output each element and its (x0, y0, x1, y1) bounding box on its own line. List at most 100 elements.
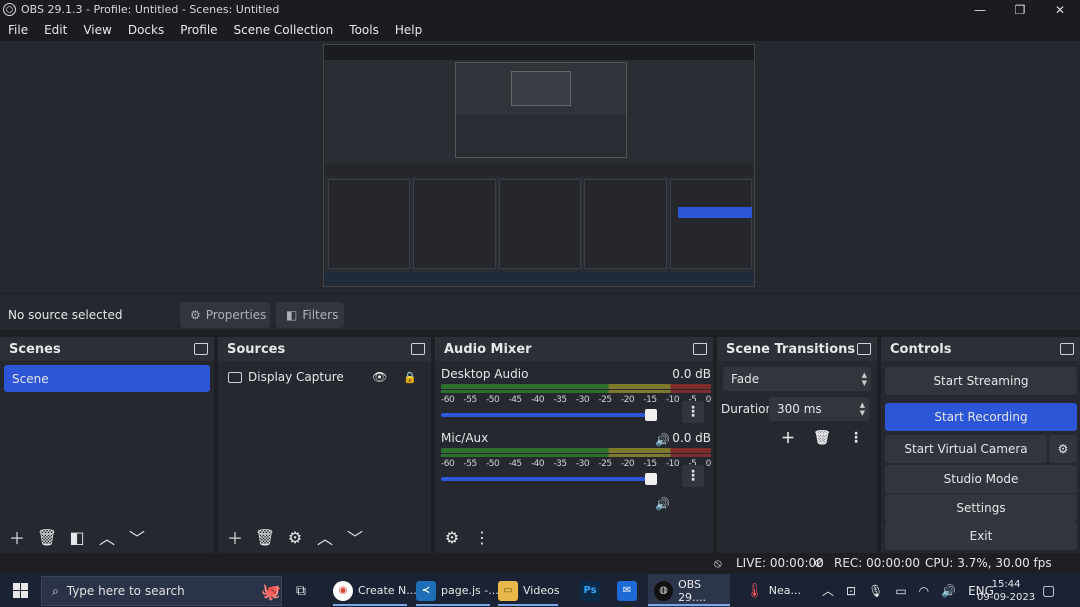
virtual-camera-settings-button[interactable]: ⚙ (1049, 435, 1077, 463)
slider-handle[interactable] (645, 473, 657, 485)
exit-button[interactable]: Exit (885, 522, 1077, 550)
taskbar-app-mail[interactable]: ✉ (617, 574, 637, 607)
notification-icon: ▢ (1042, 582, 1056, 599)
advanced-audio-button[interactable]: ⚙ (439, 525, 465, 549)
photoshop-icon: Ps (580, 580, 600, 601)
minimize-button[interactable]: — (960, 0, 1000, 19)
lock-icon[interactable]: 🔒 (403, 371, 417, 384)
restore-button[interactable]: ❐ (1000, 0, 1040, 19)
add-scene-button[interactable]: ＋ (4, 525, 30, 549)
properties-button[interactable]: ⚙ Properties (180, 302, 270, 328)
chevron-up-icon[interactable]: ︿ (822, 582, 834, 599)
preview-recursive-taskbar (324, 272, 754, 286)
close-button[interactable]: ✕ (1040, 0, 1080, 19)
scenes-header: Scenes (0, 337, 214, 361)
volume-meter (441, 390, 711, 393)
scenes-toolbar: ＋ 🗑 ◧ ︿ ﹀ (0, 521, 214, 553)
windows-logo-icon (13, 583, 28, 598)
menu-scene-collection[interactable]: Scene Collection (226, 23, 342, 37)
taskbar-app-obs[interactable]: ◍ OBS 29.... (648, 574, 730, 607)
undock-icon[interactable] (857, 343, 871, 355)
remove-source-button[interactable]: 🗑 (252, 525, 278, 549)
source-properties-button[interactable]: ⚙ (282, 525, 308, 549)
undock-icon[interactable] (1060, 343, 1074, 355)
undock-icon[interactable] (411, 343, 425, 355)
volume-slider[interactable] (441, 473, 657, 485)
transition-properties-button[interactable]: ⋮ (845, 427, 867, 449)
clock[interactable]: 15:44 09-09-2023 (977, 574, 1035, 607)
volume-meter (441, 384, 711, 389)
scenes-dock: Scenes Scene ＋ 🗑 ◧ ︿ ﹀ (0, 337, 214, 553)
gear-icon: ⚙ (190, 308, 201, 322)
obs-logo-icon (3, 3, 16, 16)
menu-docks[interactable]: Docks (120, 23, 172, 37)
menu-edit[interactable]: Edit (36, 23, 75, 37)
speaker-icon[interactable]: 🔊 (655, 497, 670, 511)
menu-view[interactable]: View (75, 23, 119, 37)
transition-select[interactable]: Fade ▲ ▼ (723, 367, 871, 391)
taskbar-weather[interactable]: 🌡 Nea... (746, 574, 801, 607)
undock-icon[interactable] (693, 343, 707, 355)
menu-tools[interactable]: Tools (341, 23, 387, 37)
battery-icon[interactable]: ▭ (895, 584, 906, 598)
taskbar-app-explorer[interactable]: ▭ Videos (498, 574, 560, 607)
settings-button[interactable]: Settings (885, 494, 1077, 522)
desktop-audio-menu-button[interactable]: ⋮ (682, 401, 704, 423)
controls-header: Controls (881, 337, 1080, 361)
slider-handle[interactable] (645, 409, 657, 421)
audio-mixer-dock: Audio Mixer Desktop Audio 0.0 dB -60 -55-… (435, 337, 713, 553)
move-scene-down-button[interactable]: ﹀ (124, 525, 150, 549)
mixer-menu-button[interactable]: ⋮ (469, 525, 495, 549)
start-virtual-camera-button[interactable]: Start Virtual Camera (885, 435, 1047, 463)
camera-icon[interactable]: ⊡ (846, 584, 856, 598)
stepper-icon[interactable]: ▲ ▼ (860, 401, 865, 417)
taskbar-app-vscode[interactable]: ≺ page.js -... (416, 574, 499, 607)
no-source-label: No source selected (8, 308, 123, 322)
mic-audio-menu-button[interactable]: ⋮ (682, 465, 704, 487)
scene-filters-button[interactable]: ◧ (64, 525, 90, 549)
start-button[interactable] (13, 574, 28, 607)
scene-list-item[interactable]: Scene (4, 365, 210, 392)
gear-icon: ⚙ (1057, 442, 1069, 456)
source-list-item[interactable]: Display Capture 👁 🔒 (224, 367, 425, 387)
taskbar-app-chrome[interactable]: ◉ Create N... (333, 574, 417, 607)
taskbar-search[interactable]: ⌕ Type here to search 🐙 (41, 576, 282, 606)
start-recording-button[interactable]: Start Recording (885, 403, 1077, 431)
start-streaming-button[interactable]: Start Streaming (885, 367, 1077, 395)
preview-recursive-titlebar (324, 45, 754, 53)
duration-input[interactable]: 300 ms ▲ ▼ (769, 397, 869, 421)
eye-icon[interactable]: 👁 (372, 370, 387, 384)
move-source-up-button[interactable]: ︿ (312, 525, 338, 549)
meter-scale: -60 -55 -50 -45 -40 -35 -30 -25 -20 -15 -10 -5 0 (441, 459, 711, 469)
channel-name: Mic/Aux (441, 431, 489, 445)
scene-transitions-header: Scene Transitions (717, 337, 877, 361)
live-icon: ⦸ (714, 556, 722, 570)
mic-icon[interactable]: 🎙 (868, 584, 883, 598)
task-view-button[interactable]: ⧉ (296, 574, 306, 607)
notifications-button[interactable]: ▢ (1042, 574, 1055, 607)
volume-meter (441, 454, 711, 457)
sources-toolbar: ＋ 🗑 ⚙ ︿ ﹀ (218, 521, 431, 553)
menu-file[interactable]: File (0, 23, 36, 37)
remove-transition-button[interactable]: 🗑 (811, 427, 833, 449)
remove-scene-button[interactable]: 🗑 (34, 525, 60, 549)
volume-slider[interactable] (441, 409, 657, 421)
wifi-icon[interactable]: ◠ (919, 584, 929, 598)
mixer-channel-mic: Mic/Aux 0.0 dB -60 -55 -50 -45 -40 -35 -30 -25-… (441, 431, 711, 511)
volume-icon[interactable]: 🔊 (941, 584, 956, 598)
add-source-button[interactable]: ＋ (222, 525, 248, 549)
taskbar-app-photoshop[interactable]: Ps (580, 574, 600, 607)
add-transition-button[interactable]: ＋ (777, 427, 799, 449)
undock-icon[interactable] (194, 343, 208, 355)
title-bar: OBS 29.1.3 - Profile: Untitled - Scenes:… (0, 0, 1080, 19)
move-source-down-button[interactable]: ﹀ (342, 525, 368, 549)
menu-help[interactable]: Help (387, 23, 430, 37)
filters-button[interactable]: ◧ Filters (276, 302, 344, 328)
rec-icon: ⊘ (814, 556, 825, 570)
monitor-icon (228, 371, 242, 383)
menu-profile[interactable]: Profile (172, 23, 225, 37)
studio-mode-button[interactable]: Studio Mode (885, 465, 1077, 493)
move-scene-up-button[interactable]: ︿ (94, 525, 120, 549)
rec-timer: REC: 00:00:00 (834, 556, 921, 570)
preview-canvas[interactable] (323, 44, 755, 287)
